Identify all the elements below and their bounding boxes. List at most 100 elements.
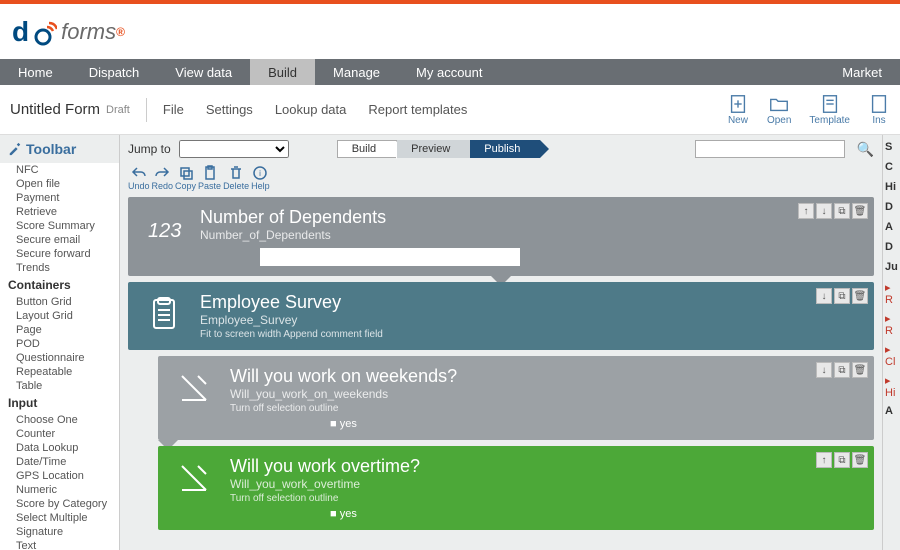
form-item-overtime[interactable]: Will you work overtime? Will_you_work_ov… [158, 446, 874, 530]
form-title: Untitled Form [10, 101, 100, 118]
item-meta: Turn off selection outline [230, 403, 860, 414]
item-title: Will you work overtime? [230, 456, 860, 477]
sub-bar: Untitled Form Draft File Settings Lookup… [0, 85, 900, 135]
main-nav: Home Dispatch View data Build Manage My … [0, 59, 900, 85]
toolbar-item[interactable]: Date/Time [0, 455, 119, 469]
toolbar-item[interactable]: POD [0, 337, 119, 351]
delete-icon[interactable]: 🗑 [852, 452, 868, 468]
toolbar-sidebar: Toolbar NFCOpen filePaymentRetrieveScore… [0, 135, 120, 550]
item-subtitle: Number_of_Dependents [200, 228, 860, 242]
toolbar-item[interactable]: Retrieve [0, 205, 119, 219]
item-subtitle: Will_you_work_overtime [230, 477, 860, 491]
nav-viewdata[interactable]: View data [157, 59, 250, 85]
group-input: Input [0, 393, 119, 413]
delete-icon[interactable]: 🗑 [852, 362, 868, 378]
delete-icon[interactable]: 🗑 [852, 288, 868, 304]
menu-report[interactable]: Report templates [368, 102, 467, 117]
item-title: Will you work on weekends? [230, 366, 860, 387]
questionnaire-icon [142, 292, 186, 336]
copy-icon[interactable]: ⧉ [834, 203, 850, 219]
toolbar-item[interactable]: Payment [0, 191, 119, 205]
svg-text:123: 123 [148, 220, 181, 242]
insert-button[interactable]: Ins [868, 93, 890, 126]
jumpto-label: Jump to [128, 142, 171, 156]
toolbar-item[interactable]: GPS Location [0, 469, 119, 483]
toolbar-item[interactable]: Button Grid [0, 295, 119, 309]
toolbar-item[interactable]: Page [0, 323, 119, 337]
template-button[interactable]: Template [809, 93, 850, 126]
numeric-input[interactable] [260, 248, 520, 266]
search-input[interactable] [695, 140, 845, 158]
stage-preview[interactable]: Preview [397, 140, 470, 158]
toolbar-item[interactable]: Numeric [0, 483, 119, 497]
menu-file[interactable]: File [163, 102, 184, 117]
form-item-survey[interactable]: Employee Survey Employee_Survey Fit to s… [128, 282, 874, 350]
nav-market[interactable]: Market [824, 59, 900, 85]
toolbar-item[interactable]: Score Summary [0, 219, 119, 233]
movedown-icon[interactable]: ↓ [816, 362, 832, 378]
new-button[interactable]: New [727, 93, 749, 126]
item-meta: Fit to screen width Append comment field [200, 329, 860, 340]
search-icon[interactable]: 🔍 [857, 141, 874, 158]
redo-button[interactable]: Redo [152, 165, 174, 191]
menu-lookup[interactable]: Lookup data [275, 102, 347, 117]
stage-build[interactable]: Build [337, 140, 397, 158]
toolbar-item[interactable]: Secure forward [0, 247, 119, 261]
copy-icon[interactable]: ⧉ [834, 288, 850, 304]
toolbar-item[interactable]: Choose One [0, 413, 119, 427]
toolbar-item[interactable]: Open file [0, 177, 119, 191]
copy-button[interactable]: Copy [175, 165, 196, 191]
toolbar-header: Toolbar [0, 135, 119, 163]
option-yes: ■ yes [230, 508, 860, 520]
option-yes: ■ yes [230, 418, 860, 430]
item-title: Number of Dependents [200, 207, 860, 228]
chooseone-icon [172, 456, 216, 500]
logo-area: dforms® [0, 4, 900, 59]
logo: dforms® [12, 16, 125, 48]
toolbar-item[interactable]: Secure email [0, 233, 119, 247]
nav-myaccount[interactable]: My account [398, 59, 500, 85]
toolbar-item[interactable]: Trends [0, 261, 119, 275]
draft-badge: Draft [106, 104, 130, 116]
open-button[interactable]: Open [767, 93, 791, 126]
moveup-icon[interactable]: ↑ [816, 452, 832, 468]
item-meta: Turn off selection outline [230, 493, 860, 504]
jumpto-select[interactable] [179, 140, 289, 158]
item-subtitle: Employee_Survey [200, 313, 860, 327]
toolbar-item[interactable]: Data Lookup [0, 441, 119, 455]
toolbar-item[interactable]: Select Multiple [0, 511, 119, 525]
form-item-dependents[interactable]: 123 Number of Dependents Number_of_Depen… [128, 197, 874, 276]
nav-home[interactable]: Home [0, 59, 71, 85]
menu-settings[interactable]: Settings [206, 102, 253, 117]
copy-icon[interactable]: ⧉ [834, 362, 850, 378]
toolbar-item[interactable]: Counter [0, 427, 119, 441]
paste-button[interactable]: Paste [198, 165, 221, 191]
numeric-icon: 123 [142, 207, 186, 251]
form-item-weekends[interactable]: Will you work on weekends? Will_you_work… [158, 356, 874, 440]
toolbar-item[interactable]: Score by Category [0, 497, 119, 511]
toolbar-item[interactable]: Questionnaire [0, 351, 119, 365]
item-subtitle: Will_you_work_on_weekends [230, 387, 860, 401]
group-containers: Containers [0, 275, 119, 295]
movedown-icon[interactable]: ↓ [816, 203, 832, 219]
main-canvas-area: Jump to Build Preview Publish 🔍 Undo Red… [120, 135, 882, 550]
undo-button[interactable]: Undo [128, 165, 150, 191]
delete-icon[interactable]: 🗑 [852, 203, 868, 219]
nav-dispatch[interactable]: Dispatch [71, 59, 158, 85]
nav-manage[interactable]: Manage [315, 59, 398, 85]
item-title: Employee Survey [200, 292, 860, 313]
toolbar-item[interactable]: Layout Grid [0, 309, 119, 323]
copy-icon[interactable]: ⧉ [834, 452, 850, 468]
toolbar-item[interactable]: Table [0, 379, 119, 393]
svg-text:i: i [259, 169, 261, 178]
toolbar-item[interactable]: Signature [0, 525, 119, 539]
moveup-icon[interactable]: ↑ [798, 203, 814, 219]
nav-build[interactable]: Build [250, 59, 315, 85]
toolbar-item[interactable]: NFC [0, 163, 119, 177]
toolbar-item[interactable]: Text [0, 539, 119, 550]
toolbar-item[interactable]: Repeatable [0, 365, 119, 379]
delete-button[interactable]: Delete [223, 165, 249, 191]
movedown-icon[interactable]: ↓ [816, 288, 832, 304]
stage-publish[interactable]: Publish [470, 140, 540, 158]
help-button[interactable]: iHelp [251, 165, 270, 191]
